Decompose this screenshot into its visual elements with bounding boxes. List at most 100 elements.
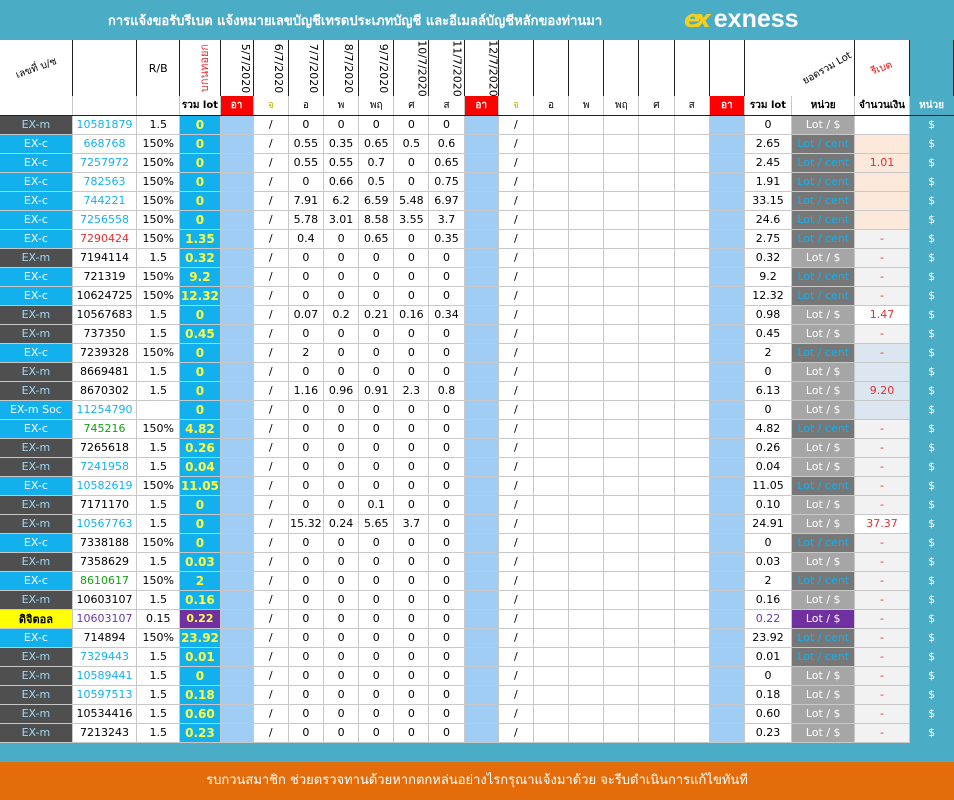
slash: / (253, 172, 289, 192)
day-sun3 (709, 248, 745, 268)
slash: / (253, 191, 289, 211)
lot-total: 0.16 (179, 590, 221, 610)
account-type: EX-c (0, 191, 73, 211)
day-empty (568, 514, 605, 534)
account-type: EX-m (0, 248, 73, 268)
day-value: 0 (428, 590, 465, 610)
slash: / (498, 647, 534, 667)
day-sun2 (464, 514, 499, 534)
day-empty (533, 590, 570, 610)
day-value: 6.97 (428, 191, 465, 211)
slash: / (253, 590, 289, 610)
day-empty (603, 476, 640, 496)
day-value: 0 (323, 666, 360, 686)
day-empty (533, 305, 570, 325)
slash: / (253, 400, 289, 420)
sum-lot: 33.15 (744, 191, 793, 211)
day-header: ส (428, 96, 465, 116)
day-value: 6.2 (323, 191, 360, 211)
day-empty (603, 419, 640, 439)
sum-lot: 11.05 (744, 476, 793, 496)
day-sun2 (464, 476, 499, 496)
table-row: EX-m 10603107 1.5 0.16/0 0 0 0 0/0.16 Lot / $ - $ (0, 590, 954, 610)
day-empty (533, 153, 570, 173)
day-value: 0 (393, 248, 430, 268)
day-value: 0 (428, 495, 465, 515)
day-empty (674, 248, 710, 268)
account-number: 668768 (72, 134, 138, 154)
rb-value: 1.5 (136, 248, 181, 268)
day-value: 0 (358, 248, 395, 268)
sum-lot: 9.2 (744, 267, 793, 287)
lot-total: 0 (179, 362, 221, 382)
day-sun2 (464, 229, 499, 249)
currency: $ (909, 590, 954, 609)
rb-value: 1.5 (136, 666, 181, 686)
day-value: 0 (428, 362, 465, 382)
day-empty (638, 628, 675, 648)
day-sun2 (464, 552, 499, 572)
day-value: 0 (323, 533, 360, 553)
sum-lot: 24.6 (744, 210, 793, 230)
unit-label: Lot / cent (791, 533, 856, 553)
day-value: 0 (358, 628, 395, 648)
day-empty (533, 438, 570, 458)
day-value: 0 (428, 343, 465, 363)
sum-lot: 0.01 (744, 647, 793, 667)
unit-label: Lot / $ (791, 495, 856, 515)
table-row: EX-c 10582619 150% 11.05/0 0 0 0 0/11.05 Lot / c… (0, 476, 954, 496)
day-value: 0 (323, 286, 360, 306)
rebate-amount: - (854, 286, 910, 306)
day-header: ศ (638, 96, 675, 116)
day-value: 0 (323, 267, 360, 287)
day-empty (603, 438, 640, 458)
day-value: 0 (288, 571, 324, 591)
day-value: 0.21 (358, 305, 395, 325)
rb-value: 150% (136, 628, 181, 648)
day-value: 0.8 (428, 381, 465, 401)
day-header: อา (464, 96, 499, 116)
day-value: 0 (393, 419, 430, 439)
rebate-amount (854, 134, 910, 154)
day-empty (568, 628, 605, 648)
currency: $ (909, 723, 954, 742)
day-empty (533, 533, 570, 553)
day-empty (533, 286, 570, 306)
day-empty (603, 552, 640, 572)
day-value: 0 (358, 571, 395, 591)
lot-total: 0.32 (179, 248, 221, 268)
day-value: 0 (428, 267, 465, 287)
day-sun2 (464, 134, 499, 154)
slash: / (498, 324, 534, 344)
currency: $ (909, 476, 954, 495)
day-sun2 (464, 666, 499, 686)
day-empty (603, 134, 640, 154)
account-type: EX-c (0, 172, 73, 192)
day-empty (603, 723, 640, 743)
day-value: 0 (323, 571, 360, 591)
day-value: 0 (428, 400, 465, 420)
day-value: 0 (358, 685, 395, 705)
account-type: EX-m (0, 685, 73, 705)
day-value: 0.34 (428, 305, 465, 325)
day-value: 0 (358, 419, 395, 439)
day-value: 0 (393, 628, 430, 648)
day-value: 1.16 (288, 381, 324, 401)
day-empty (568, 704, 605, 724)
day-sun2 (464, 172, 499, 192)
day-empty (674, 381, 710, 401)
day-empty (533, 267, 570, 287)
currency: $ (909, 134, 954, 153)
day-header: พฤ (358, 96, 395, 116)
date-header-empty (674, 40, 710, 96)
rb-value: 1.5 (136, 115, 181, 135)
day-header: พ (568, 96, 605, 116)
day-empty (603, 153, 640, 173)
day-value: 0 (393, 704, 430, 724)
day-sun2 (464, 419, 499, 439)
lot-total: 0 (179, 514, 221, 534)
rebate-amount: - (854, 704, 910, 724)
day-empty (568, 134, 605, 154)
day-value: 0 (288, 324, 324, 344)
day-value: 0 (288, 457, 324, 477)
